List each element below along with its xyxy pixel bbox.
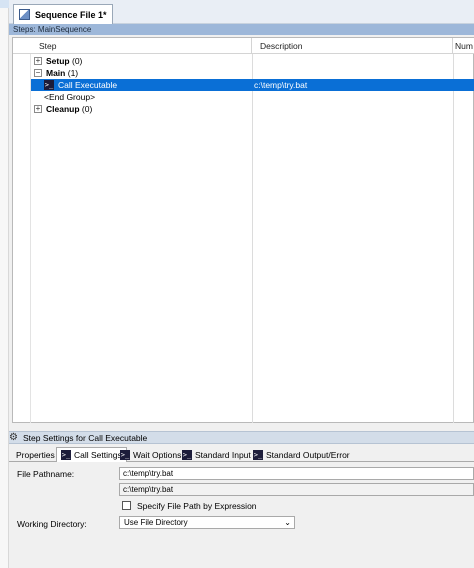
specify-path-by-expression-label: Specify File Path by Expression (137, 501, 257, 511)
call-settings-form: File Pathname: c:\temp\try.bat c:\temp\t… (9, 462, 474, 568)
call-executable-icon: >_ (182, 449, 192, 460)
working-directory-select[interactable]: Use File Directory ⌄ (119, 516, 295, 529)
collapse-minus-icon[interactable]: − (34, 69, 42, 77)
file-pathname-label: File Pathname: (17, 469, 75, 479)
group-row-main[interactable]: − Main (1) (31, 67, 474, 79)
step-settings-header: ⚙ Step Settings for Call Executable (9, 431, 474, 444)
step-description: c:\temp\try.bat (254, 80, 308, 90)
call-executable-icon: >_ (44, 80, 54, 90)
document-tab-row: Sequence File 1* (9, 0, 474, 24)
group-label-main: Main (1) (46, 67, 78, 79)
group-count: (0) (81, 104, 93, 114)
steps-grid[interactable]: Step Description Num + Setup (0) − Main … (12, 37, 474, 424)
grid-gutter (13, 38, 31, 424)
working-directory-label: Working Directory: (17, 519, 87, 529)
tab-standard-input[interactable]: >_ Standard Input (177, 447, 256, 462)
grid-header: Step Description Num (13, 38, 474, 54)
step-cell: <End Group> (31, 91, 252, 103)
tab-label: Properties (16, 449, 55, 460)
column-header-step[interactable]: Step (31, 38, 252, 54)
step-cell: − Main (1) (31, 67, 252, 79)
group-name: Main (46, 68, 66, 78)
working-directory-value: Use File Directory (124, 518, 188, 527)
document-tab-sequence-file[interactable]: Sequence File 1* (13, 4, 113, 24)
document-tab-label: Sequence File 1* (35, 9, 107, 20)
specify-path-by-expression-checkbox[interactable] (122, 501, 131, 510)
step-cell: >_ Call Executable (31, 79, 252, 91)
group-name: Cleanup (46, 104, 80, 114)
teststand-window: Sequence File 1* Steps: MainSequence Ste… (0, 0, 474, 568)
tab-label: Wait Options (133, 449, 182, 460)
left-dock-strip (0, 0, 9, 568)
step-name: Call Executable (58, 80, 118, 90)
sequence-file-icon (19, 9, 30, 20)
column-header-description[interactable]: Description (252, 38, 453, 54)
pane-splitter[interactable] (9, 423, 474, 431)
group-row-cleanup[interactable]: + Cleanup (0) (31, 103, 474, 115)
gear-icon: ⚙ (9, 431, 18, 443)
file-pathname-input[interactable]: c:\temp\try.bat (119, 467, 474, 480)
group-label-cleanup: Cleanup (0) (46, 103, 92, 115)
step-settings-tabs: Properties >_ Call Settings >_ Wait Opti… (9, 445, 474, 463)
group-label-setup: Setup (0) (46, 55, 82, 67)
tab-properties[interactable]: Properties (11, 447, 60, 462)
end-group-label: <End Group> (44, 92, 96, 102)
expand-plus-icon[interactable]: + (34, 57, 42, 65)
step-row-call-executable[interactable]: >_ Call Executable c:\temp\try.bat (31, 79, 474, 91)
step-cell: + Setup (0) (31, 55, 252, 67)
step-cell: + Cleanup (0) (31, 103, 252, 115)
expand-plus-icon[interactable]: + (34, 105, 42, 113)
tab-wait-options[interactable]: >_ Wait Options (115, 447, 186, 462)
left-dock-strip-top (0, 0, 9, 8)
tab-label: Standard Input (195, 449, 251, 460)
call-executable-icon: >_ (61, 450, 71, 460)
column-header-num[interactable]: Num (453, 38, 474, 54)
group-count: (0) (72, 56, 83, 66)
steps-pane-header: Steps: MainSequence (9, 24, 474, 35)
end-group-row[interactable]: <End Group> (31, 91, 474, 103)
step-settings-title: Step Settings for Call Executable (23, 432, 148, 443)
group-name: Setup (46, 56, 70, 66)
file-pathname-resolved: c:\temp\try.bat (119, 483, 474, 496)
chevron-down-icon: ⌄ (284, 518, 291, 527)
group-count: (1) (67, 68, 79, 78)
call-executable-icon: >_ (120, 449, 130, 460)
call-executable-icon: >_ (253, 449, 263, 460)
tab-standard-output-error[interactable]: >_ Standard Output/Error (248, 447, 355, 462)
group-row-setup[interactable]: + Setup (0) (31, 55, 474, 67)
tab-label: Standard Output/Error (266, 449, 350, 460)
